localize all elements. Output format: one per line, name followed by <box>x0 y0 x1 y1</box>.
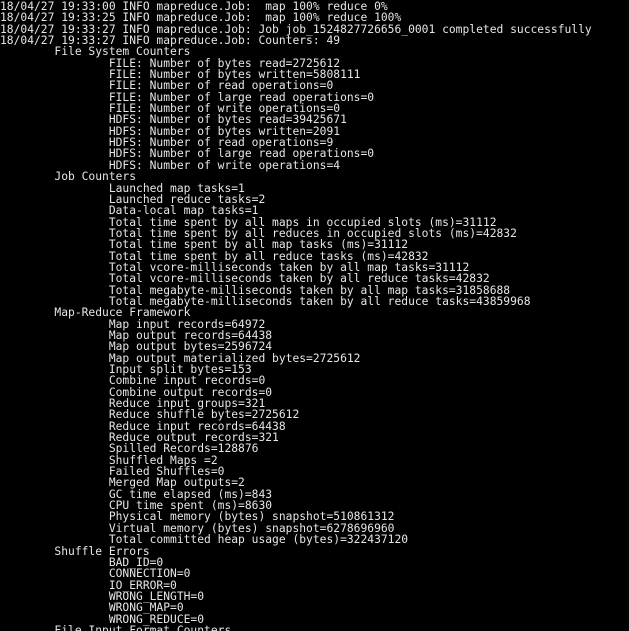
terminal-output-pane[interactable]: 18/04/27 19:33:00 INFO mapreduce.Job: ma… <box>0 0 629 631</box>
terminal-line: WRONG_MAP=0 <box>0 601 184 615</box>
terminal-line: Total committed heap usage (bytes)=32243… <box>0 533 409 547</box>
terminal-line: File Input Format Counters <box>0 623 232 631</box>
terminal-line: Total time spent by all map tasks (ms)=3… <box>0 238 409 252</box>
terminal-line: Job Counters <box>0 170 137 184</box>
terminal-line: Combine input records=0 <box>0 374 266 388</box>
terminal-line: Map output bytes=2596724 <box>0 340 273 354</box>
terminal-line: Data-local map tasks=1 <box>0 204 259 218</box>
terminal-line: CONNECTION=0 <box>0 567 191 581</box>
terminal-line: Map-Reduce Framework <box>0 306 191 320</box>
terminal-line: Total vcore-milliseconds taken by all re… <box>0 272 490 286</box>
terminal-line: 18/04/27 19:33:25 INFO mapreduce.Job: ma… <box>0 11 402 25</box>
